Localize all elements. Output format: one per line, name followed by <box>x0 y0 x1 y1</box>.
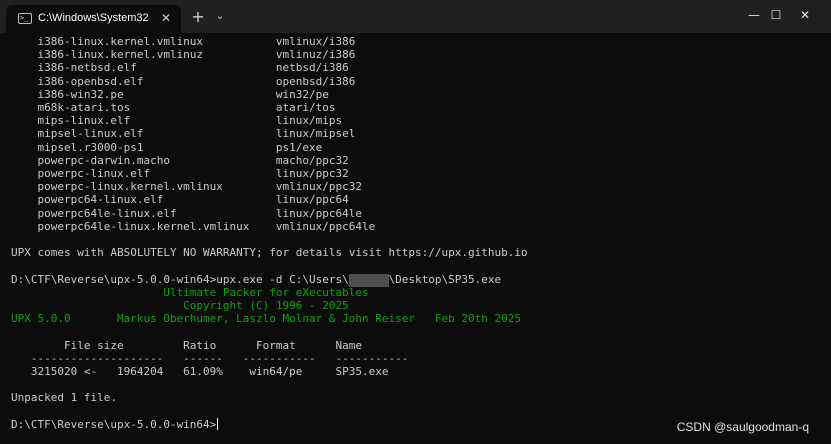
terminal-line: i386-linux.kernel.vmlinuz vmlinuz/i386 <box>11 48 356 61</box>
terminal-line: Ultimate Packer for eXecutables <box>11 286 369 299</box>
terminal-line: powerpc-darwin.macho macho/ppc32 <box>11 154 349 167</box>
close-tab-icon[interactable]: ✕ <box>158 10 174 26</box>
terminal-line: mips-linux.elf linux/mips <box>11 114 343 127</box>
terminal-line: mipsel-linux.elf linux/mipsel <box>11 127 356 140</box>
terminal-line: powerpc64le-linux.elf linux/ppc64le <box>11 207 362 220</box>
terminal-line: 3215020 <- 1964204 61.09% win64/pe SP35.… <box>11 365 389 378</box>
terminal-icon: >_ <box>18 13 32 24</box>
terminal-line: Copyright (C) 1996 - 2025 <box>11 299 349 312</box>
title-bar: >_ C:\Windows\System32\cmd.exe ✕ + ⌄ — ☐… <box>0 0 831 33</box>
text-cursor <box>217 418 219 430</box>
terminal-line: powerpc-linux.kernel.vmlinux vmlinux/ppc… <box>11 180 362 193</box>
terminal-line: mipsel.r3000-ps1 ps1/exe <box>11 141 323 154</box>
watermark: CSDN @saulgoodman-q <box>676 420 809 434</box>
terminal-line: powerpc64-linux.elf linux/ppc64 <box>11 193 349 206</box>
tab-dropdown-button[interactable]: ⌄ <box>211 8 229 26</box>
terminal-line: i386-netbsd.elf netbsd/i386 <box>11 61 349 74</box>
terminal-line: m68k-atari.tos atari/tos <box>11 101 336 114</box>
close-window-button[interactable]: ✕ <box>786 0 824 30</box>
redacted-username <box>349 274 389 287</box>
terminal-line: powerpc64le-linux.kernel.vmlinux vmlinux… <box>11 220 376 233</box>
terminal-line: i386-openbsd.elf openbsd/i386 <box>11 75 356 88</box>
terminal-line: i386-win32.pe win32/pe <box>11 88 329 101</box>
terminal-output[interactable]: i386-linux.kernel.vmlinux vmlinux/i386 i… <box>0 33 831 444</box>
new-tab-button[interactable]: + <box>189 8 207 26</box>
terminal-line: D:\CTF\Reverse\upx-5.0.0-win64> <box>11 418 219 431</box>
terminal-line: -------------------- ------ ----------- … <box>11 352 409 365</box>
terminal-line: D:\CTF\Reverse\upx-5.0.0-win64>upx.exe -… <box>11 273 502 286</box>
terminal-line: UPX comes with ABSOLUTELY NO WARRANTY; f… <box>11 246 528 259</box>
terminal-line: UPX 5.0.0 Markus Oberhumer, Laszlo Molna… <box>11 312 521 325</box>
terminal-line: i386-linux.kernel.vmlinux vmlinux/i386 <box>11 35 356 48</box>
terminal-line: powerpc-linux.elf linux/ppc32 <box>11 167 349 180</box>
tab-title: C:\Windows\System32\cmd.exe <box>38 12 148 24</box>
terminal-line: Unpacked 1 file. <box>11 391 117 404</box>
terminal-tab[interactable]: >_ C:\Windows\System32\cmd.exe ✕ <box>6 5 181 33</box>
terminal-line: File size Ratio Format Name <box>11 339 362 352</box>
